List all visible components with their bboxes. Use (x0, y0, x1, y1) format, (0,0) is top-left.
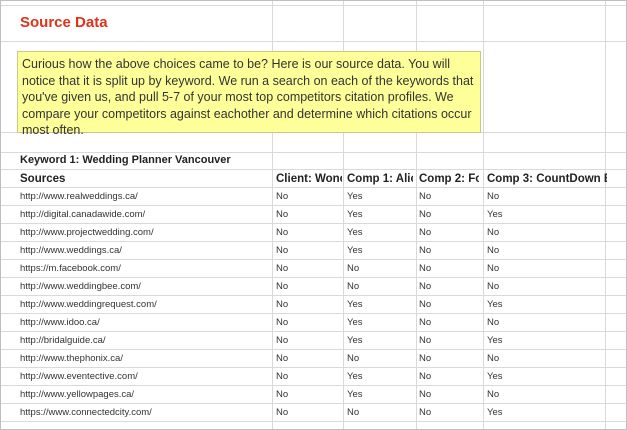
comp-3-cell[interactable]: Yes (487, 368, 607, 386)
table-row: http://www.idoo.ca/No Yes No No (1, 314, 626, 332)
comp-1-cell[interactable]: Yes (347, 224, 413, 242)
header-comp-3[interactable]: Comp 3: CountDown Even (487, 171, 607, 188)
source-url-cell[interactable]: http://www.weddingrequest.com/ (20, 296, 270, 314)
comp-3-cell[interactable]: No (487, 386, 607, 404)
comp-1-cell[interactable]: Yes (347, 242, 413, 260)
comp-1-cell[interactable]: No (347, 260, 413, 278)
row-gridline (1, 41, 626, 42)
source-url-cell[interactable]: https://m.facebook.com/ (20, 260, 270, 278)
table-row: http://www.eventective.com/No Yes No Yes (1, 368, 626, 386)
client-cell[interactable]: No (276, 314, 342, 332)
client-cell[interactable]: No (276, 404, 342, 422)
client-cell[interactable]: No (276, 188, 342, 206)
client-cell[interactable]: No (276, 368, 342, 386)
comp-1-cell[interactable]: Yes (347, 296, 413, 314)
source-url-cell[interactable]: http://www.realweddings.ca/ (20, 188, 270, 206)
source-url-cell[interactable]: http://www.thephonix.ca/ (20, 350, 270, 368)
table-row: http://www.thephonix.ca/No No No No (1, 350, 626, 368)
client-cell[interactable]: No (276, 260, 342, 278)
client-cell[interactable]: No (276, 206, 342, 224)
comp-3-cell[interactable]: No (487, 314, 607, 332)
table-row: http://www.weddingbee.com/No No No No (1, 278, 626, 296)
comp-3-cell[interactable]: No (487, 260, 607, 278)
keyword-label: Keyword 1: Wedding Planner Vancouver (20, 154, 231, 166)
comp-2-cell[interactable]: No (419, 368, 479, 386)
header-client[interactable]: Client: Wonc (276, 171, 342, 188)
comp-3-cell[interactable]: Yes (487, 332, 607, 350)
table-row: http://bridalguide.ca/No Yes No Yes (1, 332, 626, 350)
comp-2-cell[interactable]: No (419, 314, 479, 332)
comp-1-cell[interactable]: Yes (347, 332, 413, 350)
client-cell[interactable]: No (276, 386, 342, 404)
client-cell[interactable]: No (276, 350, 342, 368)
table-row: http://www.realweddings.ca/No Yes No No (1, 188, 626, 206)
comp-1-cell[interactable]: Yes (347, 188, 413, 206)
comp-2-cell[interactable]: No (419, 260, 479, 278)
comp-3-cell[interactable]: No (487, 350, 607, 368)
table-row: http://www.weddings.ca/No Yes No No (1, 242, 626, 260)
client-cell[interactable]: No (276, 278, 342, 296)
section-title: Source Data (20, 14, 110, 31)
table-row: http://digital.canadawide.com/No Yes No Yes (1, 206, 626, 224)
comp-1-cell[interactable]: Yes (347, 386, 413, 404)
comp-1-cell[interactable]: Yes (347, 368, 413, 386)
client-cell[interactable]: No (276, 224, 342, 242)
client-cell[interactable]: No (276, 332, 342, 350)
source-url-cell[interactable]: http://www.yellowpages.ca/ (20, 386, 270, 404)
source-url-cell[interactable]: http://www.eventective.com/ (20, 368, 270, 386)
comp-1-cell[interactable]: No (347, 278, 413, 296)
client-cell[interactable]: No (276, 296, 342, 314)
table-row: http://www.projectwedding.com/No Yes No No (1, 224, 626, 242)
comp-2-cell[interactable]: No (419, 242, 479, 260)
comp-2-cell[interactable]: No (419, 332, 479, 350)
table-row: http://www.weddingrequest.com/No Yes No Yes (1, 296, 626, 314)
comp-2-cell[interactable]: No (419, 386, 479, 404)
comp-3-cell[interactable]: Yes (487, 206, 607, 224)
source-url-cell[interactable]: https://www.connectedcity.com/ (20, 404, 270, 422)
comp-3-cell[interactable]: Yes (487, 296, 607, 314)
source-url-cell[interactable]: http://www.weddingbee.com/ (20, 278, 270, 296)
comp-1-cell[interactable]: No (347, 404, 413, 422)
comp-3-cell[interactable]: No (487, 242, 607, 260)
row-gridline (1, 152, 626, 153)
client-cell[interactable]: No (276, 242, 342, 260)
header-sources[interactable]: Sources (20, 171, 270, 188)
comp-3-cell[interactable]: No (487, 224, 607, 242)
source-url-cell[interactable]: http://www.weddings.ca/ (20, 242, 270, 260)
source-url-cell[interactable]: http://www.idoo.ca/ (20, 314, 270, 332)
source-url-cell[interactable]: http://bridalguide.ca/ (20, 332, 270, 350)
comp-3-cell[interactable]: Yes (487, 404, 607, 422)
comp-2-cell[interactable]: No (419, 350, 479, 368)
comp-1-cell[interactable]: Yes (347, 314, 413, 332)
source-url-cell[interactable]: http://www.projectwedding.com/ (20, 224, 270, 242)
header-comp-2[interactable]: Comp 2: For (419, 171, 479, 188)
comp-3-cell[interactable]: No (487, 188, 607, 206)
comp-2-cell[interactable]: No (419, 296, 479, 314)
comp-2-cell[interactable]: No (419, 278, 479, 296)
header-comp-1[interactable]: Comp 1: Alic (347, 171, 413, 188)
spreadsheet: Source Data Curious how the above choice… (0, 0, 627, 430)
table-row: https://www.connectedcity.com/No No No Yes (1, 404, 626, 422)
comp-1-cell[interactable]: Yes (347, 206, 413, 224)
comp-1-cell[interactable]: No (347, 350, 413, 368)
comp-2-cell[interactable]: No (419, 188, 479, 206)
table-row: http://www.yellowpages.ca/No Yes No No (1, 386, 626, 404)
note-text: Curious how the above choices came to be… (22, 57, 474, 138)
source-url-cell[interactable]: http://digital.canadawide.com/ (20, 206, 270, 224)
row-gridline (1, 169, 626, 170)
table-row: https://m.facebook.com/No No No No (1, 260, 626, 278)
comp-2-cell[interactable]: No (419, 224, 479, 242)
comp-2-cell[interactable]: No (419, 206, 479, 224)
comp-2-cell[interactable]: No (419, 404, 479, 422)
comp-3-cell[interactable]: No (487, 278, 607, 296)
row-gridline (1, 5, 626, 6)
source-data-note: Curious how the above choices came to be… (17, 51, 481, 137)
